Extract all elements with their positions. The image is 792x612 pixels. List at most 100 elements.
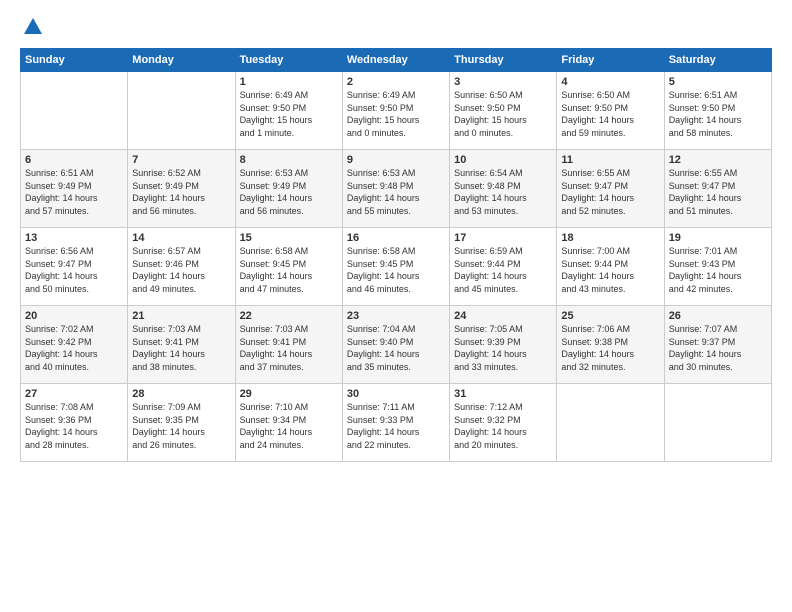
day-info: Sunrise: 6:50 AM Sunset: 9:50 PM Dayligh… <box>454 89 552 139</box>
calendar-cell <box>664 384 771 462</box>
day-info: Sunrise: 6:58 AM Sunset: 9:45 PM Dayligh… <box>240 245 338 295</box>
calendar-cell: 2Sunrise: 6:49 AM Sunset: 9:50 PM Daylig… <box>342 72 449 150</box>
day-number: 5 <box>669 76 767 88</box>
calendar-cell: 25Sunrise: 7:06 AM Sunset: 9:38 PM Dayli… <box>557 306 664 384</box>
day-info: Sunrise: 6:58 AM Sunset: 9:45 PM Dayligh… <box>347 245 445 295</box>
weekday-header-wednesday: Wednesday <box>342 49 449 72</box>
day-info: Sunrise: 7:02 AM Sunset: 9:42 PM Dayligh… <box>25 323 123 373</box>
day-number: 27 <box>25 388 123 400</box>
header <box>20 16 772 38</box>
weekday-header-sunday: Sunday <box>21 49 128 72</box>
day-number: 9 <box>347 154 445 166</box>
day-info: Sunrise: 6:55 AM Sunset: 9:47 PM Dayligh… <box>669 167 767 217</box>
weekday-header-monday: Monday <box>128 49 235 72</box>
day-number: 23 <box>347 310 445 322</box>
day-info: Sunrise: 6:54 AM Sunset: 9:48 PM Dayligh… <box>454 167 552 217</box>
calendar-cell: 23Sunrise: 7:04 AM Sunset: 9:40 PM Dayli… <box>342 306 449 384</box>
day-info: Sunrise: 6:49 AM Sunset: 9:50 PM Dayligh… <box>347 89 445 139</box>
day-number: 25 <box>561 310 659 322</box>
day-number: 24 <box>454 310 552 322</box>
day-number: 28 <box>132 388 230 400</box>
calendar-cell: 10Sunrise: 6:54 AM Sunset: 9:48 PM Dayli… <box>450 150 557 228</box>
calendar-cell: 15Sunrise: 6:58 AM Sunset: 9:45 PM Dayli… <box>235 228 342 306</box>
calendar-cell: 22Sunrise: 7:03 AM Sunset: 9:41 PM Dayli… <box>235 306 342 384</box>
calendar-cell <box>21 72 128 150</box>
calendar-cell: 8Sunrise: 6:53 AM Sunset: 9:49 PM Daylig… <box>235 150 342 228</box>
calendar-cell: 13Sunrise: 6:56 AM Sunset: 9:47 PM Dayli… <box>21 228 128 306</box>
day-number: 29 <box>240 388 338 400</box>
week-row-5: 27Sunrise: 7:08 AM Sunset: 9:36 PM Dayli… <box>21 384 772 462</box>
calendar-cell: 28Sunrise: 7:09 AM Sunset: 9:35 PM Dayli… <box>128 384 235 462</box>
day-number: 22 <box>240 310 338 322</box>
calendar-cell: 5Sunrise: 6:51 AM Sunset: 9:50 PM Daylig… <box>664 72 771 150</box>
calendar-cell: 9Sunrise: 6:53 AM Sunset: 9:48 PM Daylig… <box>342 150 449 228</box>
week-row-3: 13Sunrise: 6:56 AM Sunset: 9:47 PM Dayli… <box>21 228 772 306</box>
day-number: 19 <box>669 232 767 244</box>
day-info: Sunrise: 6:56 AM Sunset: 9:47 PM Dayligh… <box>25 245 123 295</box>
day-number: 8 <box>240 154 338 166</box>
day-info: Sunrise: 7:03 AM Sunset: 9:41 PM Dayligh… <box>132 323 230 373</box>
day-number: 3 <box>454 76 552 88</box>
day-number: 20 <box>25 310 123 322</box>
day-number: 26 <box>669 310 767 322</box>
calendar-cell: 6Sunrise: 6:51 AM Sunset: 9:49 PM Daylig… <box>21 150 128 228</box>
calendar-cell: 16Sunrise: 6:58 AM Sunset: 9:45 PM Dayli… <box>342 228 449 306</box>
day-info: Sunrise: 6:49 AM Sunset: 9:50 PM Dayligh… <box>240 89 338 139</box>
day-info: Sunrise: 7:10 AM Sunset: 9:34 PM Dayligh… <box>240 401 338 451</box>
weekday-header-thursday: Thursday <box>450 49 557 72</box>
calendar-table: SundayMondayTuesdayWednesdayThursdayFrid… <box>20 48 772 462</box>
week-row-4: 20Sunrise: 7:02 AM Sunset: 9:42 PM Dayli… <box>21 306 772 384</box>
weekday-header-saturday: Saturday <box>664 49 771 72</box>
day-info: Sunrise: 7:12 AM Sunset: 9:32 PM Dayligh… <box>454 401 552 451</box>
day-number: 7 <box>132 154 230 166</box>
day-number: 16 <box>347 232 445 244</box>
calendar-cell: 24Sunrise: 7:05 AM Sunset: 9:39 PM Dayli… <box>450 306 557 384</box>
day-number: 6 <box>25 154 123 166</box>
day-info: Sunrise: 6:53 AM Sunset: 9:49 PM Dayligh… <box>240 167 338 217</box>
day-number: 21 <box>132 310 230 322</box>
day-info: Sunrise: 7:09 AM Sunset: 9:35 PM Dayligh… <box>132 401 230 451</box>
weekday-header-friday: Friday <box>557 49 664 72</box>
day-number: 11 <box>561 154 659 166</box>
calendar-cell: 30Sunrise: 7:11 AM Sunset: 9:33 PM Dayli… <box>342 384 449 462</box>
calendar-cell: 14Sunrise: 6:57 AM Sunset: 9:46 PM Dayli… <box>128 228 235 306</box>
calendar-cell: 12Sunrise: 6:55 AM Sunset: 9:47 PM Dayli… <box>664 150 771 228</box>
day-number: 18 <box>561 232 659 244</box>
day-info: Sunrise: 6:53 AM Sunset: 9:48 PM Dayligh… <box>347 167 445 217</box>
day-info: Sunrise: 6:51 AM Sunset: 9:50 PM Dayligh… <box>669 89 767 139</box>
day-info: Sunrise: 6:57 AM Sunset: 9:46 PM Dayligh… <box>132 245 230 295</box>
day-info: Sunrise: 7:07 AM Sunset: 9:37 PM Dayligh… <box>669 323 767 373</box>
calendar-cell: 11Sunrise: 6:55 AM Sunset: 9:47 PM Dayli… <box>557 150 664 228</box>
day-number: 13 <box>25 232 123 244</box>
weekday-header-tuesday: Tuesday <box>235 49 342 72</box>
calendar-cell: 21Sunrise: 7:03 AM Sunset: 9:41 PM Dayli… <box>128 306 235 384</box>
day-number: 17 <box>454 232 552 244</box>
day-info: Sunrise: 6:51 AM Sunset: 9:49 PM Dayligh… <box>25 167 123 217</box>
day-info: Sunrise: 7:04 AM Sunset: 9:40 PM Dayligh… <box>347 323 445 373</box>
week-row-2: 6Sunrise: 6:51 AM Sunset: 9:49 PM Daylig… <box>21 150 772 228</box>
calendar-cell: 27Sunrise: 7:08 AM Sunset: 9:36 PM Dayli… <box>21 384 128 462</box>
logo <box>20 16 44 38</box>
calendar-cell: 17Sunrise: 6:59 AM Sunset: 9:44 PM Dayli… <box>450 228 557 306</box>
day-number: 31 <box>454 388 552 400</box>
calendar-cell: 3Sunrise: 6:50 AM Sunset: 9:50 PM Daylig… <box>450 72 557 150</box>
calendar-cell <box>128 72 235 150</box>
week-row-1: 1Sunrise: 6:49 AM Sunset: 9:50 PM Daylig… <box>21 72 772 150</box>
day-number: 4 <box>561 76 659 88</box>
calendar-cell: 29Sunrise: 7:10 AM Sunset: 9:34 PM Dayli… <box>235 384 342 462</box>
day-number: 10 <box>454 154 552 166</box>
day-info: Sunrise: 7:03 AM Sunset: 9:41 PM Dayligh… <box>240 323 338 373</box>
day-info: Sunrise: 6:52 AM Sunset: 9:49 PM Dayligh… <box>132 167 230 217</box>
day-number: 12 <box>669 154 767 166</box>
day-number: 15 <box>240 232 338 244</box>
day-number: 14 <box>132 232 230 244</box>
calendar-cell: 19Sunrise: 7:01 AM Sunset: 9:43 PM Dayli… <box>664 228 771 306</box>
day-info: Sunrise: 7:08 AM Sunset: 9:36 PM Dayligh… <box>25 401 123 451</box>
day-info: Sunrise: 7:00 AM Sunset: 9:44 PM Dayligh… <box>561 245 659 295</box>
day-number: 2 <box>347 76 445 88</box>
calendar-cell: 7Sunrise: 6:52 AM Sunset: 9:49 PM Daylig… <box>128 150 235 228</box>
calendar-cell: 31Sunrise: 7:12 AM Sunset: 9:32 PM Dayli… <box>450 384 557 462</box>
day-info: Sunrise: 6:50 AM Sunset: 9:50 PM Dayligh… <box>561 89 659 139</box>
day-info: Sunrise: 6:59 AM Sunset: 9:44 PM Dayligh… <box>454 245 552 295</box>
day-number: 1 <box>240 76 338 88</box>
